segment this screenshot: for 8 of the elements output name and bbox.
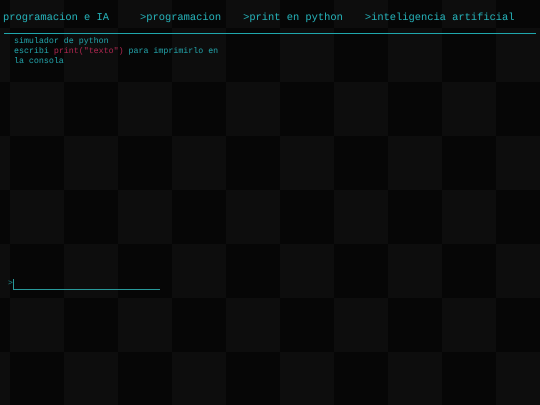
intro-heading: simulador de python <box>14 37 110 47</box>
site-title: programacion e IA <box>3 12 110 24</box>
nav-link[interactable]: >inteligencia artificial <box>364 12 515 24</box>
console-prompt: > <box>8 280 13 288</box>
instruction-text: escribi print("texto") para imprimirlo en la consola <box>14 47 220 67</box>
nav-link[interactable]: >print en python <box>243 12 343 24</box>
console-input-field[interactable] <box>12 279 160 290</box>
nav-link[interactable]: >programacion <box>140 12 222 24</box>
